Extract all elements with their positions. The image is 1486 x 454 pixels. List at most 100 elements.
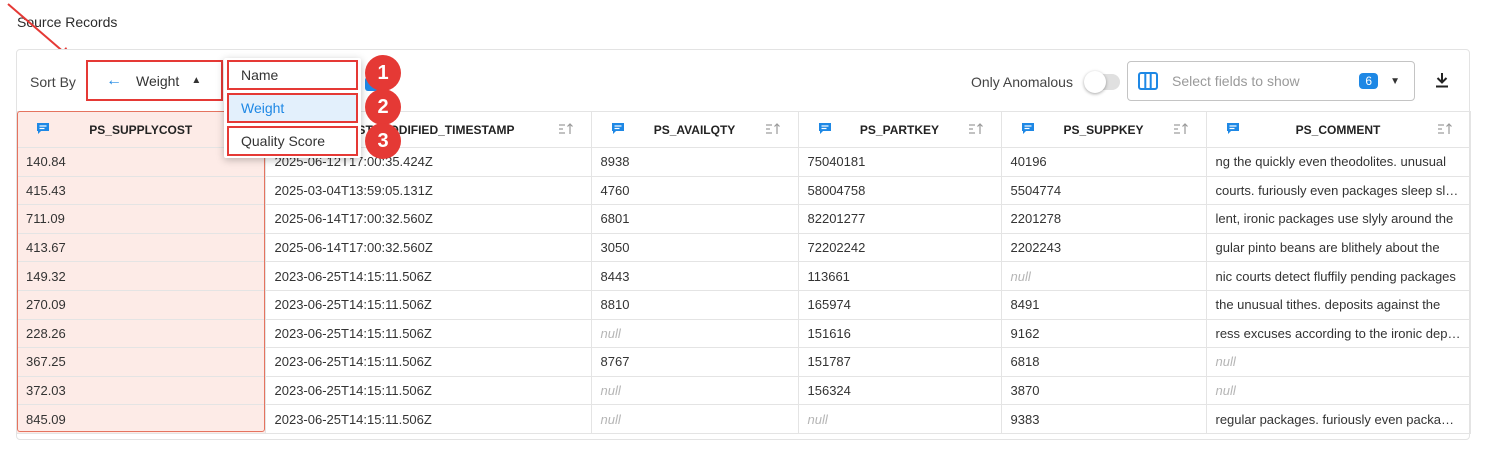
columns-icon xyxy=(1138,72,1158,90)
table-cell: 9383 xyxy=(1001,404,1207,434)
column-header-label: PS_SUPPKEY xyxy=(1063,122,1144,137)
sort-icon[interactable] xyxy=(558,123,574,135)
table-cell: 40196 xyxy=(1001,147,1207,177)
table-cell: 82201277 xyxy=(798,204,1002,234)
table-cell: 113661 xyxy=(798,261,1002,291)
sort-icon[interactable] xyxy=(1173,123,1189,135)
table-cell: lent, ironic packages use slyly around t… xyxy=(1206,204,1471,234)
caret-up-icon: ▲ xyxy=(191,75,202,86)
sort-option-weight[interactable]: Weight xyxy=(227,93,358,123)
table-row[interactable]: 415.43 2025-03-04T13:59:05.131Z 4760 580047… xyxy=(17,176,1471,206)
table-cell: 165974 xyxy=(798,290,1002,320)
table-cell: 270.09 xyxy=(17,290,266,320)
table-cell: 2023-06-25T14:15:11.506Z xyxy=(265,376,592,406)
table-cell: 2025-06-14T17:00:32.560Z xyxy=(265,204,592,234)
table-cell: ress excuses according to the ironic dep… xyxy=(1206,319,1471,349)
callout-badge-3: 3 xyxy=(365,123,401,159)
table-cell: 3050 xyxy=(591,233,799,263)
records-table: PS_SUPPLYCOST LAST_MODIFIED_TIMESTAMP PS_A… xyxy=(17,111,1471,434)
table-cell: 2202243 xyxy=(1001,233,1207,263)
table-cell: null xyxy=(1001,261,1207,291)
selected-fields-count: 6 xyxy=(1359,73,1379,89)
column-header[interactable]: PS_PARTKEY xyxy=(798,111,1002,148)
table-cell: 9162 xyxy=(1001,319,1207,349)
table-cell: null xyxy=(591,376,799,406)
table-cell: 151616 xyxy=(798,319,1002,349)
table-row[interactable]: 845.09 2023-06-25T14:15:11.506Z null null 93… xyxy=(17,404,1471,434)
table-cell: ng the quickly even theodolites. unusual xyxy=(1206,147,1471,177)
table-cell: 711.09 xyxy=(17,204,266,234)
table-cell: 75040181 xyxy=(798,147,1002,177)
table-row[interactable]: 367.25 2023-06-25T14:15:11.506Z 8767 151787… xyxy=(17,347,1471,377)
table-row[interactable]: 711.09 2025-06-14T17:00:32.560Z 6801 822012… xyxy=(17,204,1471,234)
comment-icon xyxy=(818,123,831,134)
table-cell: regular packages. furiously even package… xyxy=(1206,404,1471,434)
column-header[interactable]: PS_COMMENT xyxy=(1206,111,1471,148)
comment-icon xyxy=(37,123,49,134)
table-cell: 415.43 xyxy=(17,176,266,206)
table-cell: 6801 xyxy=(591,204,799,234)
comment-icon xyxy=(611,123,624,134)
sort-icon[interactable] xyxy=(968,123,984,135)
callout-badge-2: 2 xyxy=(365,89,401,125)
table-row[interactable]: 270.09 2023-06-25T14:15:11.506Z 8810 165974… xyxy=(17,290,1471,320)
table-cell: 2025-03-04T13:59:05.131Z xyxy=(265,176,592,206)
column-header-label: PS_PARTKEY xyxy=(859,122,940,137)
table-cell: 2023-06-25T14:15:11.506Z xyxy=(265,290,592,320)
table-cell: 149.32 xyxy=(17,261,266,291)
table-cell: null xyxy=(591,404,799,434)
sort-option-name[interactable]: Name xyxy=(227,60,358,90)
table-cell: 8443 xyxy=(591,261,799,291)
table-cell: 6818 xyxy=(1001,347,1207,377)
only-anomalous-toggle[interactable] xyxy=(1084,71,1120,93)
table-cell: gular pinto beans are blithely about the xyxy=(1206,233,1471,263)
sort-icon[interactable] xyxy=(765,123,781,135)
table-cell: 372.03 xyxy=(17,376,266,406)
sort-icon[interactable] xyxy=(1437,123,1453,135)
fields-select[interactable]: Select fields to show 6 ▼ xyxy=(1127,61,1415,101)
column-header[interactable]: PS_SUPPKEY xyxy=(1001,111,1207,148)
toggle-knob xyxy=(1084,71,1106,93)
table-cell: 4760 xyxy=(591,176,799,206)
table-cell: 845.09 xyxy=(17,404,266,434)
dropdown-caret-icon: ▼ xyxy=(1390,75,1400,87)
table-cell: 2025-06-14T17:00:32.560Z xyxy=(265,233,592,263)
download-icon[interactable] xyxy=(1435,72,1449,88)
table-cell: 2201278 xyxy=(1001,204,1207,234)
arrow-left-icon: ← xyxy=(106,71,122,89)
column-header-label: PS_SUPPLYCOST xyxy=(89,122,193,137)
table-row[interactable]: 149.32 2023-06-25T14:15:11.506Z 8443 113661… xyxy=(17,261,1471,291)
table-cell: null xyxy=(798,404,1002,434)
table-cell: 156324 xyxy=(798,376,1002,406)
table-cell: courts. furiously even packages sleep sl… xyxy=(1206,176,1471,206)
table-cell: 2023-06-25T14:15:11.506Z xyxy=(265,404,592,434)
comment-icon xyxy=(1021,123,1034,134)
table-row[interactable]: 413.67 2025-06-14T17:00:32.560Z 3050 722022… xyxy=(17,233,1471,263)
table-cell: 2023-06-25T14:15:11.506Z xyxy=(265,319,592,349)
sort-value: Weight xyxy=(136,72,180,89)
table-cell: 8491 xyxy=(1001,290,1207,320)
table-cell: 2023-06-25T14:15:11.506Z xyxy=(265,347,592,377)
table-cell: 3870 xyxy=(1001,376,1207,406)
table-cell: 228.26 xyxy=(17,319,266,349)
table-cell: 72202242 xyxy=(798,233,1002,263)
table-cell: null xyxy=(1206,376,1471,406)
table-cell: null xyxy=(1206,347,1471,377)
table-cell: 8938 xyxy=(591,147,799,177)
column-header[interactable]: PS_AVAILQTY xyxy=(591,111,799,148)
column-header-label: PS_COMMENT xyxy=(1295,122,1381,137)
sort-option-quality-score[interactable]: Quality Score xyxy=(227,126,358,156)
table-cell: 2023-06-25T14:15:11.506Z xyxy=(265,261,592,291)
table-cell: 8810 xyxy=(591,290,799,320)
table-body: 140.84 2025-06-12T17:00:35.424Z 8938 750401… xyxy=(17,147,1471,434)
callout-badge-1: 1 xyxy=(365,55,401,91)
table-cell: 8767 xyxy=(591,347,799,377)
sort-select-button[interactable]: ← Weight ▲ xyxy=(86,60,223,101)
table-row[interactable]: 228.26 2023-06-25T14:15:11.506Z null 151616… xyxy=(17,319,1471,349)
table-cell: 58004758 xyxy=(798,176,1002,206)
table-cell: 367.25 xyxy=(17,347,266,377)
table-cell: 5504774 xyxy=(1001,176,1207,206)
table-row[interactable]: 372.03 2023-06-25T14:15:11.506Z null 156324… xyxy=(17,376,1471,406)
comment-icon xyxy=(1226,123,1239,134)
only-anomalous-label: Only Anomalous xyxy=(971,74,1073,90)
